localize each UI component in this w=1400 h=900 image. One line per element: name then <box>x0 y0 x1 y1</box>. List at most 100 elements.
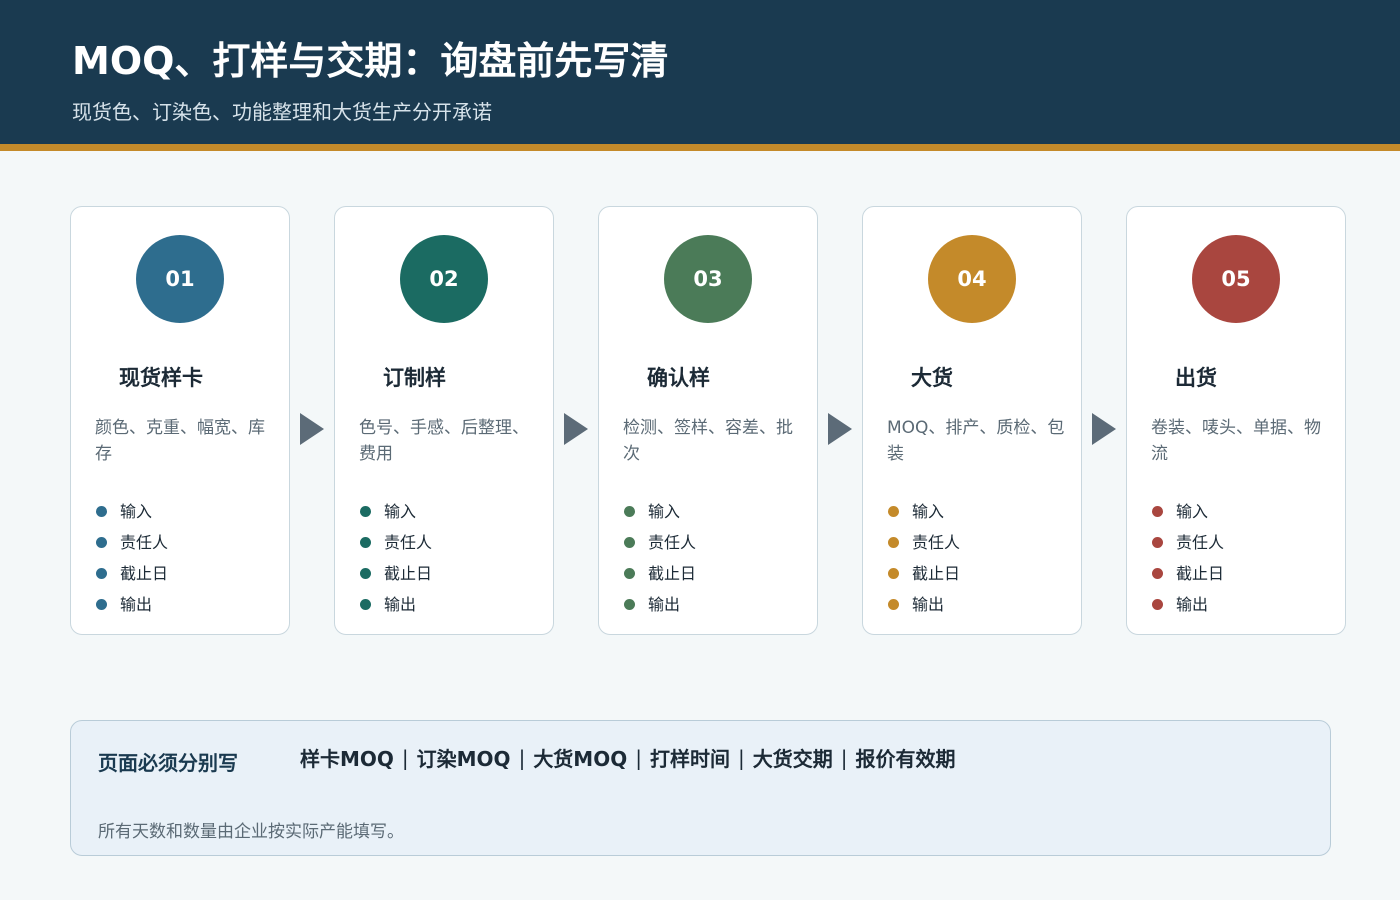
step-title: 出货 <box>1175 366 1217 390</box>
bullet-dot-icon <box>96 599 107 610</box>
step-card-03: 03 确认样 检测、签样、容差、批次 输入 责任人 截止日 输出 <box>598 206 818 635</box>
step-description: 色号、手感、后整理、费用 <box>359 418 529 464</box>
list-item: 责任人 <box>1152 525 1224 556</box>
list-item: 截止日 <box>888 556 960 587</box>
step-card-05: 05 出货卷装、唛头、单据、物流输入责任人截止日输出 <box>1126 206 1346 635</box>
list-item-label: 输入 <box>384 501 417 521</box>
bullet-dot-icon <box>888 506 899 517</box>
note-items: 样卡MOQ | 订染MOQ | 大货MOQ | 打样时间 | 大货交期 | 报价有效期 <box>300 743 955 772</box>
step-card-01: 01 现货样卡颜色、克重、幅宽、库存输入责任人截止日输出 <box>70 206 290 635</box>
list-item-label: 输入 <box>1176 501 1209 521</box>
separator: | <box>840 745 848 770</box>
list-item: 输入 <box>888 494 960 525</box>
separator: | <box>737 745 745 770</box>
list-item: 截止日 <box>96 556 168 587</box>
bullet-dot-icon <box>624 599 635 610</box>
step-card-02: 02 订制样色号、手感、后整理、费用输入责任人截止日输出 <box>334 206 554 635</box>
list-item-label: 截止日 <box>912 563 961 583</box>
bullet-dot-icon <box>888 537 899 548</box>
list-item: 输入 <box>360 494 432 525</box>
list-item: 输出 <box>96 587 168 618</box>
arrow-right-icon <box>1092 413 1116 445</box>
note-item: 大货MOQ <box>533 747 628 771</box>
list-item: 输入 <box>1152 494 1224 525</box>
list-item-label: 输入 <box>648 501 681 521</box>
separator: | <box>401 745 409 770</box>
list-item: 输入 <box>96 494 168 525</box>
note-item: 打样时间 <box>649 747 730 771</box>
bullet-dot-icon <box>888 568 899 579</box>
separator: | <box>635 745 642 770</box>
bullet-dot-icon <box>624 506 635 517</box>
bullet-dot-icon <box>96 537 107 548</box>
step-checklist: 输入责任人截止日输出 <box>888 494 960 618</box>
list-item-label: 截止日 <box>648 563 697 583</box>
step-number-badge: 01 <box>136 235 224 323</box>
step-number-badge: 04 <box>928 235 1016 323</box>
step-checklist: 输入责任人截止日输出 <box>96 494 168 618</box>
requirements-note: 页面必须分别写 样卡MOQ | 订染MOQ | 大货MOQ | 打样时间 | 大货交期 | 报价有效… <box>70 720 1331 856</box>
list-item: 责任人 <box>624 525 696 556</box>
bullet-dot-icon <box>1152 568 1163 579</box>
page-title: MOQ、打样与交期：询盘前先写清 <box>72 39 669 83</box>
separator: | <box>518 745 526 770</box>
bullet-dot-icon <box>624 568 635 579</box>
note-item: 大货交期 <box>752 747 833 771</box>
step-number-badge: 02 <box>400 235 488 323</box>
list-item: 输出 <box>888 587 960 618</box>
step-checklist: 输入 责任人 截止日 输出 <box>624 494 696 618</box>
list-item-label: 截止日 <box>1176 563 1225 583</box>
bullet-dot-icon <box>360 599 371 610</box>
list-item: 截止日 <box>360 556 432 587</box>
bullet-dot-icon <box>96 568 107 579</box>
bullet-dot-icon <box>1152 506 1163 517</box>
list-item: 责任人 <box>888 525 960 556</box>
arrow-right-icon <box>828 413 852 445</box>
accent-bar <box>0 144 1400 151</box>
note-item: 报价有效期 <box>855 747 956 771</box>
list-item-label: 责任人 <box>912 532 961 552</box>
list-item: 输出 <box>1152 587 1224 618</box>
step-description: 卷装、唛头、单据、物流 <box>1151 418 1321 464</box>
bullet-dot-icon <box>360 506 371 517</box>
step-checklist: 输入责任人截止日输出 <box>360 494 432 618</box>
list-item-label: 责任人 <box>1176 532 1225 552</box>
list-item-label: 输出 <box>1176 594 1209 614</box>
bullet-dot-icon <box>624 537 635 548</box>
list-item: 截止日 <box>624 556 696 587</box>
step-title: 大货 <box>911 366 953 390</box>
bullet-dot-icon <box>888 599 899 610</box>
list-item: 截止日 <box>1152 556 1224 587</box>
arrow-right-icon <box>564 413 588 445</box>
list-item-label: 责任人 <box>120 532 169 552</box>
list-item-label: 责任人 <box>648 532 697 552</box>
list-item: 输出 <box>360 587 432 618</box>
arrow-right-icon <box>300 413 324 445</box>
page-header: MOQ、打样与交期：询盘前先写清 现货色、订染色、功能整理和大货生产分开承诺 <box>0 0 1400 144</box>
list-item-label: 输出 <box>912 594 945 614</box>
step-title: 现货样卡 <box>119 366 203 390</box>
list-item-label: 输出 <box>120 594 153 614</box>
page-subtitle: 现货色、订染色、功能整理和大货生产分开承诺 <box>72 100 492 124</box>
list-item-label: 输入 <box>120 501 153 521</box>
step-description: 颜色、克重、幅宽、库存 <box>95 418 265 464</box>
step-number-badge: 03 <box>664 235 752 323</box>
step-title: 确认样 <box>647 366 710 390</box>
list-item-label: 责任人 <box>384 532 433 552</box>
list-item-label: 截止日 <box>384 563 433 583</box>
step-checklist: 输入责任人截止日输出 <box>1152 494 1224 618</box>
bullet-dot-icon <box>360 537 371 548</box>
note-item: 订染MOQ <box>416 747 511 771</box>
step-title: 订制样 <box>383 366 446 390</box>
list-item: 责任人 <box>96 525 168 556</box>
step-description: 检测、签样、容差、批次 <box>623 418 793 464</box>
note-label: 页面必须分别写 <box>98 751 238 775</box>
bullet-dot-icon <box>360 568 371 579</box>
bullet-dot-icon <box>1152 599 1163 610</box>
bullet-dot-icon <box>96 506 107 517</box>
note-item: 样卡MOQ <box>300 747 394 771</box>
step-description: MOQ、排产、质检、包装 <box>887 418 1065 464</box>
bullet-dot-icon <box>1152 537 1163 548</box>
step-number-badge: 05 <box>1192 235 1280 323</box>
list-item: 输入 <box>624 494 696 525</box>
